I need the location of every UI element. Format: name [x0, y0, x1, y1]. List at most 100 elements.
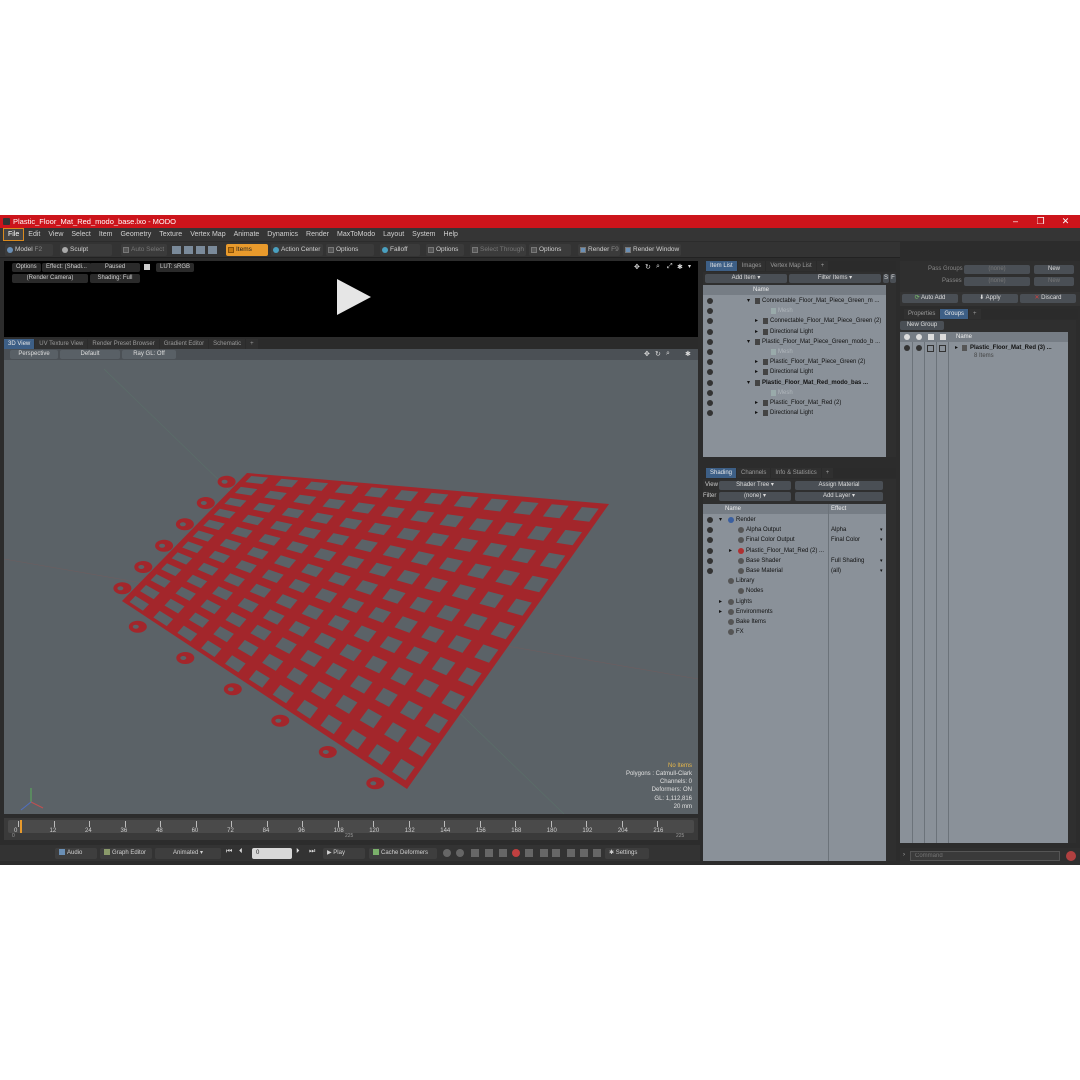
item-list-row[interactable]: ▾ Plastic_Floor_Mat_Piece_Green_modo_b ..… — [703, 337, 886, 347]
assign-material-button[interactable]: Assign Material — [795, 481, 883, 490]
tab-schematic[interactable]: Schematic — [209, 339, 246, 349]
chevron-down-icon[interactable]: ▾ — [880, 556, 883, 566]
skip-next-key-icon[interactable] — [552, 849, 560, 857]
model-button[interactable]: Model F2 — [5, 244, 53, 256]
shader-tree-row[interactable]: Base Material (all) ▾ — [703, 566, 886, 576]
select-options[interactable]: Options — [529, 244, 571, 256]
apply-button[interactable]: ⬇ Apply — [962, 294, 1018, 303]
shader-tree-row[interactable]: Base Shader Full Shading ▾ — [703, 556, 886, 566]
action-center-button[interactable]: Action Center — [271, 244, 323, 256]
new-pass-group-button[interactable]: New — [1034, 265, 1074, 274]
menu-layout[interactable]: Layout — [379, 228, 408, 241]
shader-tree-row[interactable]: ▸ Lights — [703, 597, 886, 607]
material-mode-icon[interactable] — [208, 246, 217, 254]
menu-vertex-map[interactable]: Vertex Map — [186, 228, 229, 241]
eye-icon[interactable] — [707, 568, 713, 574]
tab-shading[interactable]: Shading — [706, 468, 737, 478]
add-tab-button[interactable]: + — [246, 339, 258, 349]
pass-groups-dropdown[interactable]: (none) — [964, 265, 1030, 274]
expand-arrow-icon[interactable]: ▸ — [755, 408, 758, 418]
zoom-icon[interactable]: ⌕ — [666, 350, 670, 358]
audio-button[interactable]: Audio — [55, 848, 97, 859]
expand-icon[interactable]: ⤢ — [667, 263, 673, 271]
shader-tree-row[interactable]: Alpha Output Alpha ▾ — [703, 525, 886, 535]
item-list-tree[interactable]: Name ▾ Connectable_Floor_Mat_Piece_Green_… — [703, 285, 886, 457]
refresh-icon[interactable]: ↻ — [645, 263, 651, 271]
select-checkbox[interactable] — [939, 345, 946, 352]
expand-arrow-icon[interactable]: ▸ — [755, 357, 758, 367]
timeline-track[interactable]: 0 12 24 36 48 60 72 84 96 108 120 132 144 156 168 180 19… — [8, 820, 694, 834]
minimize-button[interactable]: – — [1003, 215, 1028, 228]
menu-geometry[interactable]: Geometry — [116, 228, 155, 241]
settings-button[interactable]: ✱ Settings — [605, 848, 649, 859]
eye-icon[interactable] — [707, 389, 713, 396]
items-mode-button[interactable]: Items — [226, 244, 268, 256]
view-dropdown[interactable]: Shader Tree ▾ — [719, 481, 791, 490]
tab-channels[interactable]: Channels — [737, 468, 771, 478]
render-window-button[interactable]: Render Window — [623, 244, 681, 256]
tab-render-preset-browser[interactable]: Render Preset Browser — [88, 339, 159, 349]
edge-mode-icon[interactable] — [184, 246, 193, 254]
group-row[interactable]: ▸ Plastic_Floor_Mat_Red (3) ... 8 Items — [900, 343, 1068, 361]
play-button[interactable]: ▶ Play — [323, 848, 365, 859]
chevron-down-icon[interactable]: ▾ — [880, 566, 883, 576]
eye-icon[interactable] — [707, 379, 713, 386]
preview-options[interactable]: Options — [12, 263, 41, 272]
preview-lut[interactable]: LUT: sRGB — [156, 263, 195, 272]
select-through-button[interactable]: Select Through — [470, 244, 526, 256]
key-icon[interactable] — [443, 849, 451, 857]
shader-tree-row[interactable]: FX — [703, 627, 886, 637]
key-filter-icon[interactable] — [525, 849, 533, 857]
expand-arrow-icon[interactable]: ▸ — [719, 597, 722, 607]
item-list-row[interactable]: ▸ Directional Light — [703, 367, 886, 377]
command-input[interactable] — [910, 851, 1060, 861]
tab-info-statistics[interactable]: Info & Statistics — [771, 468, 821, 478]
next-key-icon[interactable] — [485, 849, 493, 857]
item-list-row[interactable]: ▾ Connectable_Floor_Mat_Piece_Green_m ... — [703, 296, 886, 306]
passes-dropdown[interactable]: (none) — [964, 277, 1030, 286]
expand-arrow-icon[interactable]: ▸ — [755, 316, 758, 326]
lock-icon[interactable] — [144, 264, 150, 270]
shader-tree[interactable]: Name Effect ▾ Render Alpha Output Alpha ▾ Fin… — [703, 504, 886, 861]
menu-system[interactable]: System — [408, 228, 439, 241]
graph-editor-button[interactable]: Graph Editor — [100, 848, 152, 859]
effect-value[interactable]: Alpha — [831, 525, 846, 535]
move-view-icon[interactable]: ✥ — [644, 350, 650, 358]
chevron-down-icon[interactable]: ▾ — [688, 263, 691, 270]
effect-value[interactable]: Full Shading — [831, 556, 864, 566]
skip-start-icon[interactable]: ⏮ — [226, 848, 232, 856]
refresh-icon[interactable]: ↻ — [655, 350, 661, 358]
menu-texture[interactable]: Texture — [155, 228, 186, 241]
move-view-icon[interactable]: ✥ — [634, 263, 640, 271]
eye-icon[interactable] — [707, 400, 713, 406]
eye-icon[interactable] — [707, 527, 713, 534]
auto-add-button[interactable]: ⟳ Auto Add — [902, 294, 958, 303]
item-list-row[interactable]: ▸ Directional Light — [703, 327, 886, 337]
falloff-button[interactable]: Falloff — [380, 244, 420, 256]
chevron-down-icon[interactable]: ▾ — [880, 525, 883, 535]
loop-icon[interactable] — [567, 849, 575, 857]
item-list-row[interactable]: ▸ Plastic_Floor_Mat_Red (2) — [703, 398, 886, 408]
eye-icon[interactable] — [904, 345, 910, 351]
add-tab-button[interactable]: + — [816, 261, 829, 271]
tab-uv-texture-view[interactable]: UV Texture View — [35, 339, 88, 349]
menu-dynamics[interactable]: Dynamics — [263, 228, 302, 241]
eye-icon[interactable] — [707, 338, 713, 345]
shader-tree-row[interactable]: Library — [703, 576, 886, 586]
menu-animate[interactable]: Animate — [230, 228, 264, 241]
eye-icon[interactable] — [707, 328, 713, 335]
render-toggle-icon[interactable] — [916, 345, 922, 351]
chevron-down-icon[interactable]: ▾ — [747, 296, 750, 306]
polygon-mode-icon[interactable] — [196, 246, 205, 254]
eye-icon[interactable] — [707, 557, 713, 564]
falloff-options[interactable]: Options — [426, 244, 464, 256]
sculpt-button[interactable]: Sculpt — [60, 244, 112, 256]
item-list-row[interactable]: ▸ Directional Light — [703, 408, 886, 418]
render-preview[interactable]: Options Effect: (Shadi... Paused LUT: sR… — [4, 261, 698, 337]
eye-icon[interactable] — [707, 547, 713, 554]
key-all-icon[interactable] — [456, 849, 464, 857]
effect-value[interactable]: Final Color — [831, 535, 860, 545]
animated-dropdown[interactable]: Animated ▾ — [155, 848, 221, 859]
item-list-row[interactable]: ▸ Connectable_Floor_Mat_Piece_Green (2) — [703, 316, 886, 326]
auto-key-icon[interactable] — [499, 849, 507, 857]
